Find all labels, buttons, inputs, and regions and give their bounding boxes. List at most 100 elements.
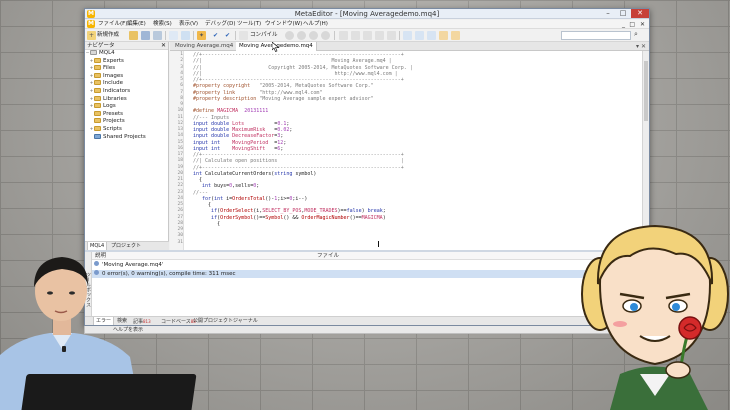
code-line[interactable]: 25 {	[170, 202, 642, 208]
code-line[interactable]: 14 input double DecreaseFactor=3;	[170, 133, 642, 139]
code-line[interactable]: 21 {	[170, 177, 642, 183]
code-line[interactable]: 13 input double MaximumRisk =0.02;	[170, 127, 642, 133]
wizard-icon[interactable]: ✦	[197, 31, 206, 40]
start-debug-icon[interactable]	[285, 31, 294, 40]
start-history-debug-icon[interactable]	[297, 31, 306, 40]
mql5-storage-icon[interactable]	[403, 31, 412, 40]
tree-item-logs[interactable]: + Logs	[85, 103, 168, 111]
step-over-icon[interactable]	[351, 31, 360, 40]
code-line[interactable]: 8 #property description "Moving Average s…	[170, 96, 642, 102]
mdi-minimize-button[interactable]: _	[622, 20, 625, 29]
breakpoint-icon[interactable]	[375, 31, 384, 40]
code-line[interactable]: 15 input int MovingPeriod =12;	[170, 140, 642, 146]
menu-debug[interactable]: デバッグ(D)	[205, 20, 236, 29]
code-line[interactable]: 11//--- Inputs	[170, 115, 642, 121]
menu-edit[interactable]: 編集(E)	[127, 20, 146, 29]
code-line[interactable]: 30	[170, 233, 642, 239]
new-file-icon[interactable]: +	[87, 31, 96, 40]
signals-icon[interactable]	[451, 31, 460, 40]
tree-item-include[interactable]: + Include	[85, 80, 168, 88]
tab-moving-average[interactable]: Moving Average.mq4	[172, 42, 238, 51]
navigator-toggle-icon[interactable]	[169, 31, 178, 40]
code-line[interactable]: 19//+-----------------------------------…	[170, 165, 642, 171]
code-line[interactable]: 12 input double Lots =0.1;	[170, 121, 642, 127]
code-line[interactable]: 31	[170, 240, 642, 246]
code-line[interactable]: 27 if(OrderSymbol()==Symbol() && OrderMa…	[170, 215, 642, 221]
pause-icon[interactable]	[309, 31, 318, 40]
mdi-restore-button[interactable]: □	[629, 20, 635, 29]
column-file[interactable]: ファイル	[317, 252, 339, 260]
code-line[interactable]: 29	[170, 227, 642, 233]
search-input[interactable]	[561, 31, 631, 40]
step-out-icon[interactable]	[363, 31, 372, 40]
menu-tools[interactable]: ツール(T)	[237, 20, 261, 29]
minimize-button[interactable]: –	[601, 9, 615, 18]
menu-file[interactable]: ファイル(F)	[98, 20, 127, 29]
navigator-close-icon[interactable]: ✕	[161, 42, 166, 50]
save-all-icon[interactable]	[153, 31, 162, 40]
compile-icon[interactable]	[239, 31, 248, 40]
tree-item-presets[interactable]: Presets	[85, 110, 168, 119]
code-line[interactable]: 23//---	[170, 190, 642, 196]
tree-item-projects[interactable]: Projects	[85, 118, 168, 126]
tree-item-experts[interactable]: + Experts	[85, 57, 168, 66]
toggle-bookmark-icon[interactable]	[387, 31, 396, 40]
close-button[interactable]: ✕	[631, 9, 649, 18]
code-token: //---	[193, 189, 209, 196]
maximize-button[interactable]: □	[616, 9, 630, 18]
folder-icon	[94, 95, 101, 101]
code-line[interactable]: 24 for(int i=OrdersTotal()-1;i>=0;i--)	[170, 196, 642, 202]
code-line[interactable]: 5//+------------------------------------…	[170, 77, 642, 83]
tab-list-close-icons[interactable]: ▾ ✕	[636, 42, 646, 51]
code-line[interactable]: 1//+------------------------------------…	[170, 52, 642, 58]
code-line[interactable]: 20 int CalculateCurrentOrders(string symb…	[170, 171, 642, 177]
market-icon[interactable]	[439, 31, 448, 40]
stop-icon[interactable]	[321, 31, 330, 40]
compile-button-label[interactable]: コンパイル	[250, 29, 278, 42]
menu-window[interactable]: ウインドウ(W)	[265, 20, 302, 29]
toolbox-toggle-icon[interactable]	[181, 31, 190, 40]
toolbar-separator	[235, 31, 236, 40]
code-line[interactable]: 16 input int MovingShift =6;	[170, 146, 642, 152]
tree-item-indicators[interactable]: + Indicators	[85, 87, 168, 96]
step-into-icon[interactable]	[339, 31, 348, 40]
tree-item-files[interactable]: + Files	[85, 65, 168, 73]
title-bar[interactable]: M MetaEditor - [Moving Averagedemo.mq4] …	[85, 9, 649, 19]
code-line[interactable]: 3//| Copyright 2005-2014, MetaQuotes Sof…	[170, 65, 642, 71]
tree-item-scripts[interactable]: + Scripts	[85, 125, 168, 134]
menu-search[interactable]: 検索(S)	[153, 20, 172, 29]
save-icon[interactable]	[141, 31, 150, 40]
open-folder-icon[interactable]	[129, 31, 138, 40]
code-line[interactable]: 4//| http://www.mql4.com |	[170, 71, 642, 77]
code-line[interactable]: 6 #property copyright "2005-2014, MetaQuo…	[170, 83, 642, 89]
tab-journal[interactable]: ジャーナル	[231, 317, 260, 325]
tree-item-root[interactable]: − MQL4	[85, 50, 168, 58]
code-line[interactable]: 22 int buys=0,sells=0;	[170, 183, 642, 189]
tree-item-libraries[interactable]: + Libraries	[85, 95, 168, 104]
vertical-scrollbar[interactable]	[642, 51, 649, 250]
commit-icon[interactable]	[415, 31, 424, 40]
mdi-close-button[interactable]: ✕	[640, 20, 645, 29]
navigator-panel: ナビゲータ ✕ − MQL4 + Experts + Files + Images + I…	[85, 42, 169, 251]
menu-help[interactable]: ヘルプ(H)	[303, 20, 328, 29]
styler-icon[interactable]: ✔	[211, 31, 220, 40]
code-line[interactable]: 10 #define MAGICMA 20131111	[170, 108, 642, 114]
code-line[interactable]: 26 if(OrderSelect(i,SELECT_BY_POS,MODE_T…	[170, 208, 642, 214]
tree-item-images[interactable]: + Images	[85, 72, 168, 81]
code-line[interactable]: 9	[170, 102, 642, 108]
new-button-label[interactable]: 新規作成	[97, 29, 119, 42]
check-icon[interactable]: ✔	[223, 31, 232, 40]
code-line[interactable]: 7 #property link "http://www.mql4.com"	[170, 90, 642, 96]
code-line[interactable]: 18//| Calculate open positions |	[170, 158, 642, 164]
menu-view[interactable]: 表示(V)	[179, 20, 198, 29]
code-line[interactable]: 2//| Moving Average.mq4 |	[170, 58, 642, 64]
search-icon[interactable]: ⌕	[634, 30, 638, 39]
scrollbar-thumb[interactable]	[644, 61, 648, 121]
code-editor[interactable]: 1//+------------------------------------…	[170, 51, 642, 250]
update-icon[interactable]	[427, 31, 436, 40]
document-icon[interactable]: M	[87, 20, 95, 28]
code-line[interactable]: 17//+-----------------------------------…	[170, 152, 642, 158]
tree-item-shared-projects[interactable]: Shared Projects	[85, 133, 168, 142]
code-line[interactable]: 28 {	[170, 221, 642, 227]
code-token: //+-------------------------------------…	[193, 77, 404, 83]
